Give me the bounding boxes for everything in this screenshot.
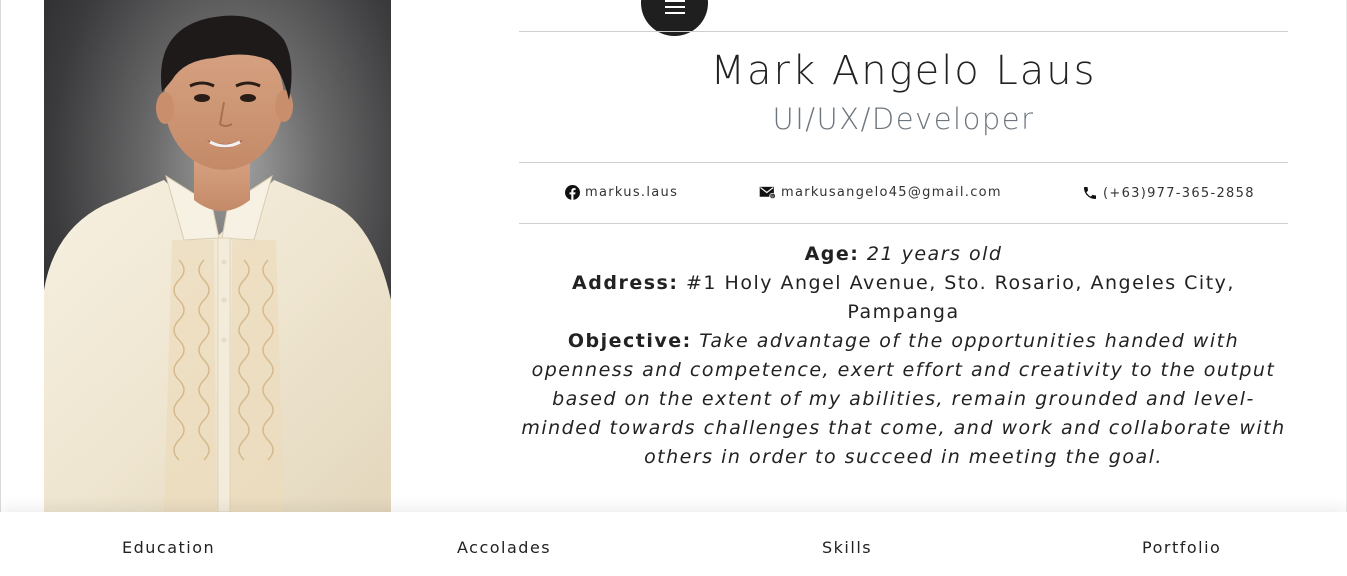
nav-accolades[interactable]: Accolades: [457, 538, 551, 557]
hamburger-menu-icon: [665, 0, 685, 18]
profile-role: UI/UX/Developer: [772, 102, 1035, 136]
contact-bar: markus.laus @ markusangelo45@gmail.com (…: [519, 185, 1288, 207]
email-icon: @: [759, 186, 776, 200]
phone-link[interactable]: (+63)977-365-2858: [1082, 185, 1255, 201]
nav-education[interactable]: Education: [122, 538, 215, 557]
contact-divider: [519, 223, 1288, 224]
facebook-handle: markus.laus: [585, 185, 679, 200]
age-label: Age:: [804, 243, 860, 265]
address-line: Address: #1 Holy Angel Avenue, Sto. Rosa…: [519, 269, 1288, 327]
left-border: [0, 0, 1, 512]
profile-details: Age: 21 years old Address: #1 Holy Angel…: [519, 240, 1288, 472]
age-value: 21 years old: [866, 243, 1003, 265]
address-label: Address:: [572, 272, 679, 294]
email-link[interactable]: @ markusangelo45@gmail.com: [759, 185, 1002, 200]
portrait-illustration: [44, 0, 391, 512]
phone-number: (+63)977-365-2858: [1103, 185, 1255, 201]
header-divider: [519, 162, 1288, 163]
nav-portfolio[interactable]: Portfolio: [1142, 538, 1221, 557]
profile-name: Mark Angelo Laus: [710, 48, 1097, 94]
address-value: #1 Holy Angel Avenue, Sto. Rosario, Ange…: [685, 272, 1235, 323]
email-address: markusangelo45@gmail.com: [781, 185, 1002, 200]
phone-icon: [1084, 187, 1096, 199]
profile-page: Mark Angelo Laus UI/UX/Developer markus.…: [0, 0, 1347, 576]
svg-text:@: @: [770, 194, 775, 200]
facebook-link[interactable]: markus.laus: [565, 185, 678, 200]
bottom-nav: Education Accolades Skills Portfolio: [0, 512, 1347, 576]
profile-photo: [44, 0, 391, 512]
objective-line: Objective: Take advantage of the opportu…: [519, 327, 1288, 472]
objective-label: Objective:: [567, 330, 692, 352]
age-line: Age: 21 years old: [519, 240, 1288, 269]
facebook-icon: [565, 185, 580, 200]
nav-skills[interactable]: Skills: [822, 538, 872, 557]
top-divider: [519, 31, 1288, 32]
